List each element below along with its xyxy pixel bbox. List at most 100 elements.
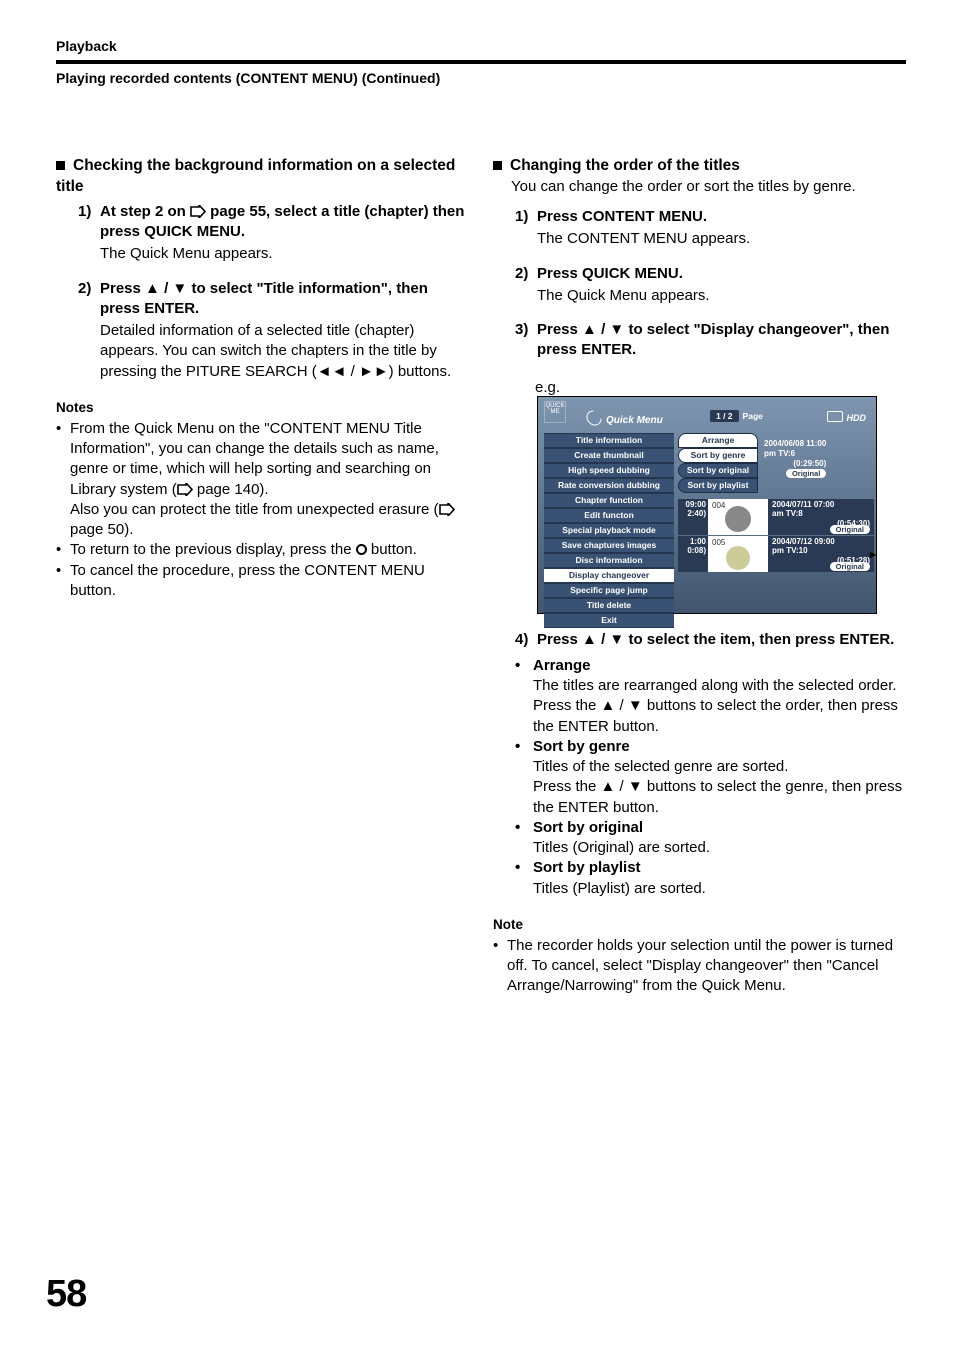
menu-item: Create thumbnail: [544, 448, 674, 463]
right-step-2: 2)Press QUICK MENU. The Quick Menu appea…: [515, 264, 902, 307]
columns: Checking the background information on a…: [56, 156, 906, 997]
up-triangle-icon: ▲: [145, 280, 160, 297]
submenu-item-selected: Sort by genre: [678, 448, 758, 463]
menu-item: Edit functon: [544, 508, 674, 523]
step2-body: Detailed information of a selected title…: [100, 321, 465, 382]
step-number: 2): [78, 279, 100, 320]
right-step-1: 1)Press CONTENT MENU. The CONTENT MENU a…: [515, 207, 902, 250]
left-heading: Checking the background information on a…: [56, 156, 469, 198]
step-number: 1): [78, 202, 100, 243]
step1-text: Press CONTENT MENU.: [537, 207, 902, 227]
menu-item: Exit: [544, 613, 674, 628]
example-label: e.g.: [535, 379, 560, 396]
step-number: 1): [515, 207, 537, 227]
right-step-3: 3)Press ▲ / ▼ to select "Display changeo…: [515, 320, 902, 361]
right-column: Changing the order of the titles You can…: [493, 156, 906, 997]
submenu-item: Sort by original: [678, 463, 758, 478]
ffwd-icon: ►►: [359, 363, 389, 380]
notes-list: •From the Quick Menu on the "CONTENT MEN…: [56, 419, 469, 601]
hdd-label: HDD: [827, 411, 867, 423]
quick-menu-list: Title information Create thumbnail High …: [544, 433, 674, 628]
menu-item: High speed dubbing: [544, 463, 674, 478]
note-heading: Note: [493, 917, 906, 932]
up-triangle-icon: ▲: [582, 321, 597, 338]
note-item: •From the Quick Menu on the "CONTENT MEN…: [56, 419, 469, 541]
step1-part-a: At step 2 on: [100, 203, 190, 220]
submenu-list: Arrange Sort by genre Sort by original S…: [678, 433, 758, 493]
right-intro: You can change the order or sort the tit…: [511, 177, 906, 197]
step1-body: The Quick Menu appears.: [100, 244, 465, 264]
step-number: 3): [515, 320, 537, 361]
thumbnail-image-icon: 004: [708, 499, 768, 535]
square-bullet-icon: [493, 161, 502, 170]
right-heading-text: Changing the order of the titles: [510, 157, 740, 174]
page-ref-arrow-icon: [177, 483, 193, 496]
note-item: •To return to the previous display, pres…: [56, 540, 469, 560]
page-ref-arrow-icon: [439, 503, 455, 516]
menu-item-selected: Display changeover: [544, 568, 674, 583]
down-triangle-icon: ▼: [609, 321, 624, 338]
down-triangle-icon: ▼: [628, 778, 643, 795]
step-number: 4): [515, 630, 537, 650]
rewind-icon: ◄◄: [317, 363, 347, 380]
option-genre: •Sort by genreTitles of the selected gen…: [515, 737, 906, 818]
page-counter: 1 / 2Page: [710, 411, 763, 421]
step2-part-a: Press: [100, 280, 145, 297]
down-triangle-icon: ▼: [628, 697, 643, 714]
thumb-row: 1:000:08) 005 2004/07/12 09:00pm TV:10(0…: [678, 536, 874, 572]
submenu-item: Arrange: [678, 433, 758, 448]
svg-text:004: 004: [712, 501, 726, 510]
circle-button-icon: [356, 544, 367, 555]
option-arrange: •ArrangeThe titles are rearranged along …: [515, 656, 906, 737]
note-list: •The recorder holds your selection until…: [493, 936, 906, 997]
notes-heading: Notes: [56, 400, 469, 415]
option-original: •Sort by originalTitles (Original) are s…: [515, 818, 906, 859]
option-playlist: •Sort by playlistTitles (Playlist) are s…: [515, 858, 906, 899]
quick-menu-title: Quick Menu: [586, 411, 663, 426]
quick-menu-screenshot: QUICKME Quick Menu 1 / 2Page HDD Title i…: [537, 396, 877, 614]
menu-item: Save chaptures images: [544, 538, 674, 553]
quick-menu-badge-icon: QUICKME: [544, 401, 566, 423]
up-triangle-icon: ▲: [601, 697, 616, 714]
menu-item: Rate conversion dubbing: [544, 478, 674, 493]
thumbnail-rows: 09:002:40) 004 2004/07/11 07:00am TV:8(0…: [678, 499, 874, 573]
note-item: •The recorder holds your selection until…: [493, 936, 906, 997]
left-column: Checking the background information on a…: [56, 156, 469, 997]
note-item: •To cancel the procedure, press the CONT…: [56, 561, 469, 602]
menu-item: Title information: [544, 433, 674, 448]
thumb-row: 09:002:40) 004 2004/07/11 07:00am TV:8(0…: [678, 499, 874, 535]
step1-body: The CONTENT MENU appears.: [537, 229, 902, 249]
page-ref-arrow-icon: [190, 205, 206, 218]
left-heading-text: Checking the background information on a…: [56, 157, 455, 195]
square-bullet-icon: [56, 161, 65, 170]
right-triangle-icon: ▶: [870, 550, 876, 560]
step3-a: Press: [537, 321, 582, 338]
step2-body: The Quick Menu appears.: [537, 286, 902, 306]
left-step-2: 2) Press ▲ / ▼ to select "Title informat…: [78, 279, 465, 382]
up-triangle-icon: ▲: [582, 631, 597, 648]
page-subtitle: Playing recorded contents (CONTENT MENU)…: [56, 70, 906, 86]
up-triangle-icon: ▲: [601, 778, 616, 795]
header-rule: [56, 60, 906, 64]
step4-a: Press: [537, 631, 582, 648]
right-step-4: 4)Press ▲ / ▼ to select the item, then p…: [515, 630, 902, 650]
thumb-info: 2004/06/08 11:00pm TV:6(0:29:50)Original: [764, 439, 826, 478]
step2-text: Press QUICK MENU.: [537, 264, 902, 284]
thumbnail-image-icon: 005: [708, 536, 768, 572]
submenu-item: Sort by playlist: [678, 478, 758, 493]
step4-b: to select the item, then press ENTER.: [624, 631, 894, 648]
running-header: Playback: [56, 38, 906, 54]
down-triangle-icon: ▼: [609, 631, 624, 648]
menu-item: Specific page jump: [544, 583, 674, 598]
step-number: 2): [515, 264, 537, 284]
menu-item: Title delete: [544, 598, 674, 613]
menu-item: Chapter function: [544, 493, 674, 508]
page-number: 58: [46, 1273, 86, 1316]
right-heading: Changing the order of the titles: [493, 156, 906, 177]
menu-item: Special playback mode: [544, 523, 674, 538]
page: Playback Playing recorded contents (CONT…: [0, 0, 954, 1348]
svg-text:005: 005: [712, 538, 726, 547]
menu-item: Disc information: [544, 553, 674, 568]
example-figure: e.g. QUICKME Quick Menu 1 / 2Page HDD Ti…: [535, 375, 906, 614]
down-triangle-icon: ▼: [172, 280, 187, 297]
